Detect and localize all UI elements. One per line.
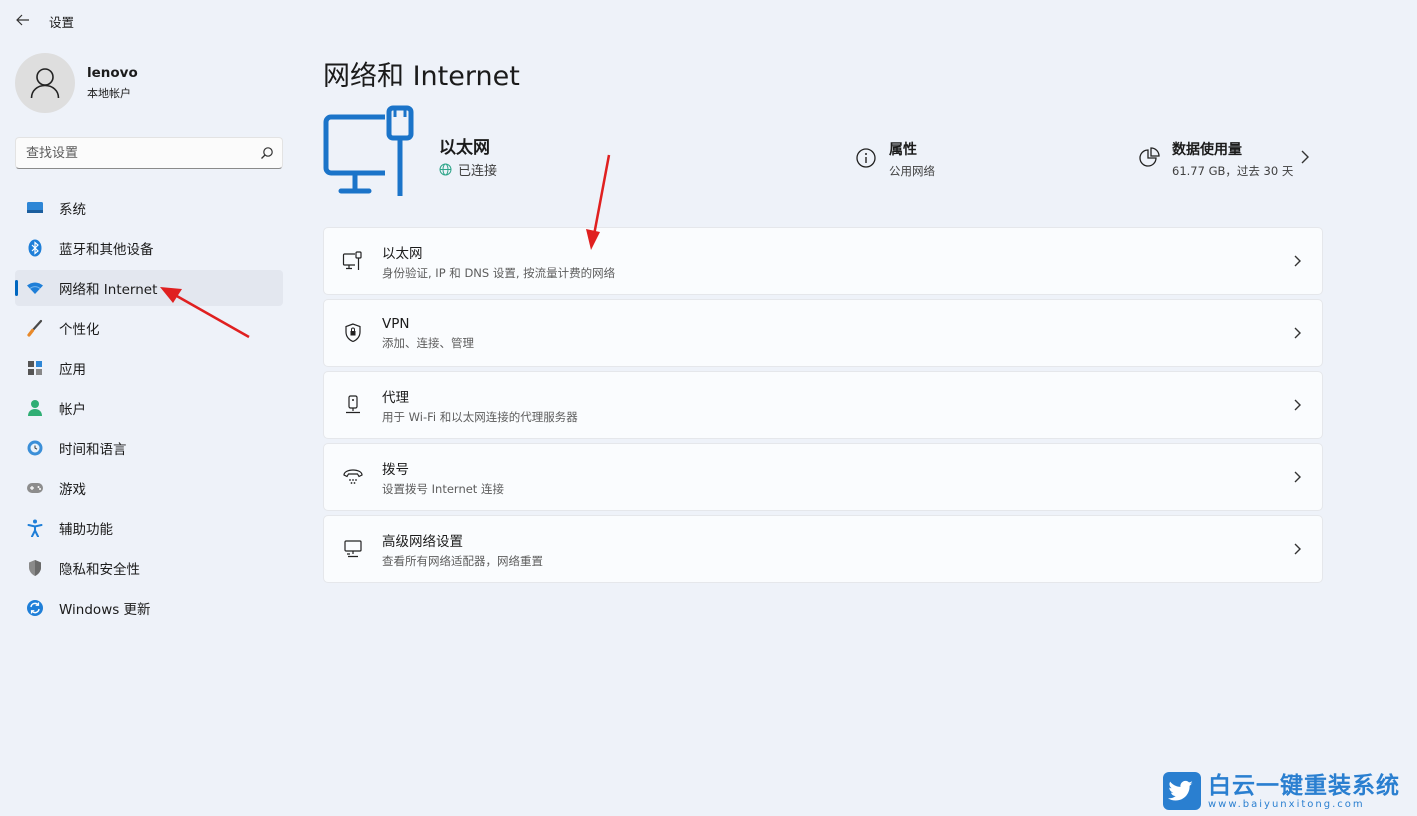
chevron-right-icon	[1290, 541, 1304, 557]
proxy-icon	[341, 393, 365, 417]
sidebar-item-label: 隐私和安全性	[59, 562, 140, 578]
sidebar-item-label: Windows 更新	[59, 602, 151, 618]
system-icon	[26, 199, 44, 217]
sidebar-item-windows-update[interactable]: Windows 更新	[15, 590, 283, 626]
sidebar-item-label: 辅助功能	[59, 522, 113, 538]
chevron-right-icon[interactable]	[1300, 149, 1310, 165]
card-subtitle: 查看所有网络适配器，网络重置	[382, 553, 543, 568]
card-dialup[interactable]: 拨号 设置拨号 Internet 连接	[323, 443, 1323, 511]
sidebar-item-label: 系统	[59, 202, 86, 218]
card-title: 高级网络设置	[382, 533, 463, 550]
card-title: 以太网	[382, 245, 423, 262]
sidebar-item-accessibility[interactable]: 辅助功能	[15, 510, 283, 546]
sidebar-item-bluetooth[interactable]: 蓝牙和其他设备	[15, 230, 283, 266]
ethernet-icon	[341, 249, 365, 273]
dialup-icon	[341, 465, 365, 489]
data-usage-subtitle: 61.77 GB，过去 30 天	[1172, 164, 1294, 178]
profile-name: lenovo	[87, 65, 138, 81]
sidebar-item-label: 蓝牙和其他设备	[59, 242, 154, 258]
back-button[interactable]	[10, 8, 36, 32]
chevron-right-icon	[1290, 253, 1304, 269]
sidebar-item-accounts[interactable]: 帐户	[15, 390, 283, 426]
account-type: 本地帐户	[87, 87, 131, 100]
info-icon	[856, 148, 876, 168]
sidebar-nav: 系统 蓝牙和其他设备 网络和 Internet 个性化 应用 帐户 时间和语言 …	[15, 190, 283, 630]
avatar	[15, 53, 75, 113]
bird-logo-icon	[1163, 772, 1201, 810]
search-box	[15, 137, 283, 169]
sidebar-item-label: 网络和 Internet	[59, 282, 158, 298]
card-subtitle: 添加、连接、管理	[382, 335, 474, 350]
time-language-icon	[26, 439, 44, 457]
search-input[interactable]	[16, 145, 252, 161]
chevron-right-icon	[1290, 325, 1304, 341]
search-icon[interactable]	[252, 138, 282, 168]
user-icon	[30, 68, 60, 99]
back-arrow-icon	[16, 14, 29, 26]
watermark-url: www.baiyunxitong.com	[1208, 798, 1365, 810]
connection-summary: 以太网 已连接 属性 公用网络 数据使用量 61.77 GB，过去 30 天	[323, 105, 1323, 205]
connection-name: 以太网	[439, 138, 490, 158]
bluetooth-icon	[26, 239, 44, 257]
sidebar-item-personalization[interactable]: 个性化	[15, 310, 283, 346]
connection-status: 已连接	[439, 160, 497, 179]
ethernet-monitor-icon	[323, 105, 414, 196]
advanced-network-icon	[341, 537, 365, 561]
card-subtitle: 身份验证, IP 和 DNS 设置, 按流量计费的网络	[382, 265, 616, 280]
vpn-shield-icon	[341, 321, 365, 345]
connection-status-text: 已连接	[458, 164, 498, 179]
app-title: 设置	[49, 15, 75, 30]
data-usage-link[interactable]: 数据使用量 61.77 GB，过去 30 天	[1138, 139, 1293, 179]
settings-cards: 以太网 身份验证, IP 和 DNS 设置, 按流量计费的网络 VPN 添加、连…	[323, 227, 1323, 587]
gamepad-icon	[26, 479, 44, 497]
sidebar-item-time-language[interactable]: 时间和语言	[15, 430, 283, 466]
chevron-right-icon	[1290, 469, 1304, 485]
sidebar-item-privacy[interactable]: 隐私和安全性	[15, 550, 283, 586]
watermark: 白云一键重装系统 www.baiyunxitong.com	[1162, 770, 1412, 812]
sidebar-item-label: 应用	[59, 362, 86, 378]
globe-icon	[439, 163, 452, 176]
title-bar: 设置	[0, 0, 1417, 40]
sidebar-item-network[interactable]: 网络和 Internet	[15, 270, 283, 306]
sidebar: lenovo 本地帐户 系统 蓝牙和其他设备 网络和 Internet	[0, 40, 300, 816]
chevron-right-icon	[1290, 397, 1304, 413]
sidebar-item-label: 个性化	[59, 322, 100, 338]
watermark-text: 白云一键重装系统	[1208, 772, 1400, 799]
sidebar-item-apps[interactable]: 应用	[15, 350, 283, 386]
pie-chart-icon	[1139, 147, 1160, 167]
card-vpn[interactable]: VPN 添加、连接、管理	[323, 299, 1323, 367]
properties-link[interactable]: 属性 公用网络	[855, 139, 935, 179]
card-subtitle: 设置拨号 Internet 连接	[382, 481, 504, 496]
account-icon	[26, 399, 44, 417]
card-proxy[interactable]: 代理 用于 Wi-Fi 和以太网连接的代理服务器	[323, 371, 1323, 439]
sidebar-item-label: 游戏	[59, 482, 86, 498]
page-title: 网络和 Internet	[323, 61, 520, 92]
card-title: VPN	[382, 315, 410, 332]
properties-title: 属性	[889, 142, 917, 158]
sidebar-item-label: 帐户	[59, 402, 86, 418]
card-advanced-network[interactable]: 高级网络设置 查看所有网络适配器，网络重置	[323, 515, 1323, 583]
wifi-icon	[26, 279, 44, 297]
card-title: 代理	[382, 389, 409, 406]
apps-icon	[26, 359, 44, 377]
data-usage-title: 数据使用量	[1172, 142, 1242, 158]
properties-subtitle: 公用网络	[889, 164, 935, 178]
sidebar-item-label: 时间和语言	[59, 442, 127, 458]
user-profile[interactable]: lenovo 本地帐户	[15, 52, 138, 114]
card-title: 拨号	[382, 461, 409, 478]
shield-icon	[26, 559, 44, 577]
accessibility-icon	[26, 519, 44, 537]
sidebar-item-system[interactable]: 系统	[15, 190, 283, 226]
card-subtitle: 用于 Wi-Fi 和以太网连接的代理服务器	[382, 409, 578, 424]
card-ethernet[interactable]: 以太网 身份验证, IP 和 DNS 设置, 按流量计费的网络	[323, 227, 1323, 295]
sidebar-item-gaming[interactable]: 游戏	[15, 470, 283, 506]
update-icon	[26, 599, 44, 617]
brush-icon	[26, 319, 44, 337]
